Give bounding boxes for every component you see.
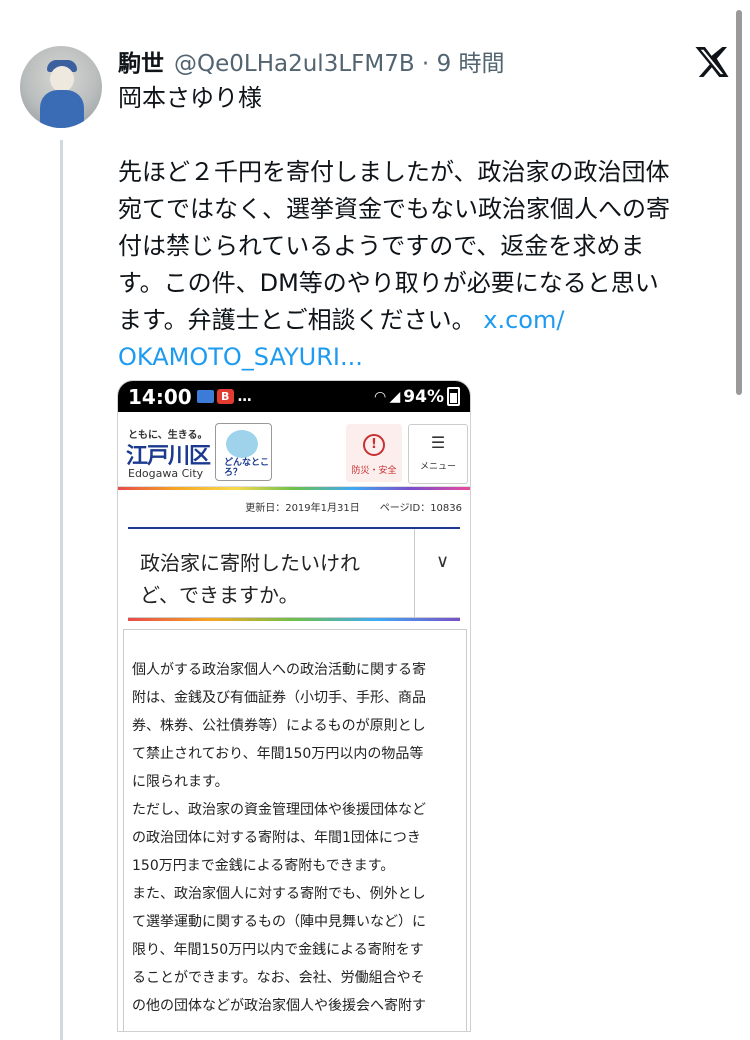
title-separator	[414, 529, 415, 617]
answer-line: て選挙運動に関するもの（陣中見舞いなど）に	[132, 914, 426, 930]
answer-line: ることができます。なお、会社、労働組合やそ	[132, 970, 425, 986]
disaster-safety-button[interactable]: ! 防災・安全	[346, 424, 402, 482]
avatar-figure-head	[50, 66, 74, 92]
app-b-icon: B	[216, 389, 234, 404]
answer-line: 150万円まで金銭による寄附もできます。	[132, 858, 395, 874]
display-name[interactable]: 駒世	[118, 44, 164, 78]
tweet-header: 駒世 @Qe0LHa2ul3LFM7B · 9 時間	[118, 44, 505, 78]
faq-title: 政治家に寄附したいけれ ど、できますか。	[140, 551, 360, 607]
page-meta: 更新日：2019年1月31日 ページID：10836	[245, 503, 462, 514]
chevron-down-icon[interactable]: ∨	[436, 551, 449, 572]
site-header: ともに、生きる。 江戸川区 Edogawa City どんなところ？ ! 防災・…	[118, 412, 470, 487]
attached-image[interactable]: 14:00 B … ◠ ◢ 94% ともに、生きる。 江戸川区 Edogawa …	[117, 380, 471, 1032]
logo-english: Edogawa City	[128, 467, 204, 480]
answer-line: 券、株券、公社債券等）によるものが原則とし	[132, 718, 426, 734]
user-avatar[interactable]	[20, 46, 102, 128]
faq-answer: 個人がする政治家個人への政治活動に関する寄 附は、金銭及び有価証券（小切手、手形…	[123, 629, 467, 1031]
alert-icon: !	[363, 434, 385, 456]
tweet-body: 岡本さゆり様 先ほど２千円を寄付しましたが、政治家の政治団体 宛てではなく、選挙…	[118, 80, 728, 376]
header-rainbow-rule	[118, 487, 470, 490]
body-line: OKAMOTO_SAYURI...	[118, 339, 728, 376]
mascot-label: どんなところ？	[224, 458, 270, 478]
more-dots: …	[237, 388, 252, 405]
avatar-figure-body	[40, 90, 84, 128]
body-line: 先ほど２千円を寄付しましたが、政治家の政治団体	[118, 158, 670, 186]
battery-percent: 94%	[403, 386, 444, 407]
body-line: ます。弁護士とご相談ください。 x.com/	[118, 306, 565, 334]
menu-search-icon: ☰	[430, 433, 446, 452]
body-line: す。この件、DM等のやり取りが必要になると思い	[118, 269, 659, 297]
faq-title-box[interactable]: 政治家に寄附したいけれ ど、できますか。 ∨	[128, 527, 460, 618]
answer-line: に限られます。	[132, 774, 229, 790]
answer-line: て禁止されており、年間150万円以内の物品等	[132, 746, 424, 762]
menu-label: メニュー	[419, 462, 456, 472]
wifi-icon: ◠	[374, 388, 386, 405]
site-logo[interactable]: 江戸川区	[126, 438, 211, 470]
thread-line	[60, 140, 63, 1040]
mail-icon	[196, 390, 214, 403]
body-line: 付は禁じられているようですので、返金を求めま	[118, 232, 645, 260]
signal-icon: ◢	[389, 388, 401, 405]
mascot-banner[interactable]: どんなところ？	[215, 423, 272, 481]
menu-button[interactable]: ☰ メニュー	[408, 424, 468, 484]
scrollbar[interactable]	[736, 10, 742, 395]
answer-line: ただし、政治家の資金管理団体や後援団体など	[132, 802, 426, 818]
answer-line: また、政治家個人に対する寄附でも、例外とし	[132, 886, 426, 902]
answer-line: の他の団体などが政治家個人や後援会へ寄附す	[132, 998, 426, 1014]
tweet-link[interactable]: x.com/	[483, 306, 564, 334]
title-rainbow-rule	[128, 618, 460, 621]
tweet-link-cont[interactable]: OKAMOTO_SAYURI...	[118, 343, 363, 371]
body-line: 宛てではなく、選挙資金でもない政治家個人への寄	[118, 195, 670, 223]
answer-line: 個人がする政治家個人への政治活動に関する寄	[132, 662, 426, 678]
disaster-label: 防災・安全	[351, 466, 397, 476]
tweet-time[interactable]: 9 時間	[437, 51, 505, 77]
answer-line: の政治団体に対する寄附は、年間1団体につき	[132, 830, 421, 846]
phone-status-bar: 14:00 B … ◠ ◢ 94%	[118, 381, 470, 412]
status-time: 14:00	[128, 384, 192, 409]
mascot-icon	[226, 430, 258, 458]
answer-line: 附は、金銭及び有価証券（小切手、手形、商品	[132, 690, 426, 706]
x-logo-icon[interactable]	[694, 44, 730, 80]
answer-line: 限り、年間150万円以内で金銭による寄附をす	[132, 942, 424, 958]
user-handle[interactable]: @Qe0LHa2ul3LFM7B · 9 時間	[174, 44, 505, 78]
reply-to-line: 岡本さゆり様	[118, 84, 262, 112]
battery-icon	[447, 387, 460, 406]
